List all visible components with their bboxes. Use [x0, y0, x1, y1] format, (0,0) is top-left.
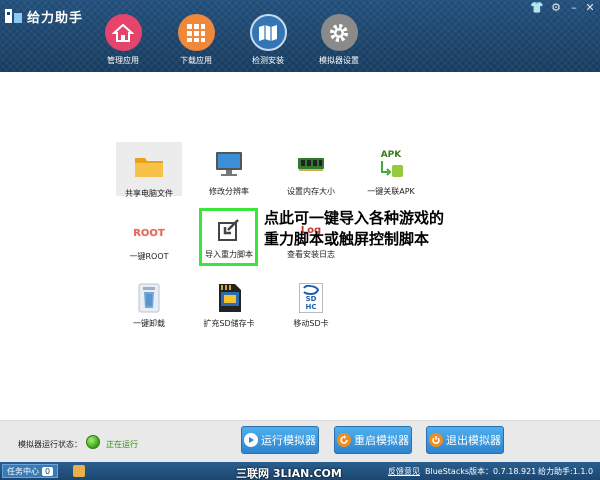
app-version: 给力助手:1.1.0 [538, 467, 594, 476]
root-icon-text: ROOT [133, 227, 165, 239]
tile-one-key-uninstall[interactable]: 一键卸载 [116, 280, 182, 329]
callout-annotation: 点此可一键导入各种游戏的 重力脚本或触屏控制脚本 [264, 208, 444, 250]
tile-change-resolution[interactable]: 修改分辨率 [196, 146, 262, 197]
nav-download-apps[interactable]: 下载应用 [161, 14, 231, 68]
tile-label: 设置内存大小 [287, 187, 335, 196]
nav-label: 管理应用 [107, 56, 139, 65]
nav-label: 模拟器设置 [319, 56, 359, 65]
run-emulator-label: 运行模拟器 [261, 434, 316, 447]
sdhc-icon: SD HC [293, 280, 329, 316]
grid-icon [177, 14, 215, 51]
nav-check-install[interactable]: 检测安装 [233, 14, 303, 68]
folder-icon [131, 148, 167, 184]
minimize-button[interactable]: – [566, 1, 582, 15]
tile-move-sd-card[interactable]: SD HC 移动SD卡 [278, 280, 344, 329]
app-title: 给力助手 [27, 11, 84, 26]
task-count-badge: 0 [42, 466, 54, 476]
skin-icon[interactable]: 👕 [529, 1, 545, 15]
restart-emulator-label: 重启模拟器 [354, 434, 409, 447]
tile-label: 一键关联APK [367, 187, 415, 196]
running-status-icon [86, 435, 100, 449]
restart-emulator-button[interactable]: 重启模拟器 [334, 426, 412, 454]
tile-label: 一键ROOT [129, 252, 169, 261]
settings-gear-icon[interactable]: ⚙ [548, 1, 564, 15]
tile-label: 修改分辨率 [209, 187, 249, 196]
feedback-link[interactable]: 反馈意见 [388, 466, 420, 477]
home-icon [104, 14, 142, 51]
exit-emulator-button[interactable]: 退出模拟器 [426, 426, 504, 454]
memory-icon [293, 146, 329, 182]
run-emulator-button[interactable]: 运行模拟器 [241, 426, 319, 454]
download-tray-icon[interactable] [73, 465, 85, 477]
tile-set-memory[interactable]: 设置内存大小 [278, 146, 344, 197]
status-label: 模拟器运行状态： [18, 440, 82, 449]
title-bar: 给力助手 👕 ⚙ – ✕ 管理应用 下载应用 检测安装 模拟器设置 [0, 0, 600, 72]
bluestacks-version: BlueStacks版本：0.7.18.921 [425, 467, 537, 476]
tile-label: 移动SD卡 [293, 319, 329, 328]
nav-emulator-settings[interactable]: 模拟器设置 [304, 14, 374, 68]
nav-manage-apps[interactable]: 管理应用 [88, 14, 158, 68]
monitor-icon [211, 146, 247, 182]
highlight-frame [199, 208, 258, 266]
sdhc-icon-text: SD HC [305, 295, 317, 311]
power-icon [429, 433, 443, 447]
watermark: 三联网 3LIAN.COM [236, 467, 342, 480]
restart-icon [337, 433, 351, 447]
callout-line-2: 重力脚本或触屏控制脚本 [264, 230, 430, 248]
sd-card-icon [211, 280, 247, 316]
tile-associate-apk[interactable]: APK 一键关联APK [358, 146, 424, 197]
root-icon: ROOT [131, 215, 167, 251]
app-logo-icon [5, 9, 22, 23]
apk-icon-text: APK [380, 150, 402, 160]
nav-label: 检测安装 [252, 56, 284, 65]
exit-emulator-label: 退出模拟器 [446, 434, 501, 447]
tile-label: 扩充SD储存卡 [203, 319, 255, 328]
gear-icon [320, 14, 358, 51]
task-center-button[interactable]: 任务中心 0 [2, 464, 59, 478]
task-center-label: 任务中心 [7, 466, 39, 476]
apk-icon: APK [373, 146, 409, 182]
trash-icon [131, 280, 167, 316]
callout-line-1: 点此可一键导入各种游戏的 [264, 209, 445, 227]
tile-label: 查看安装日志 [287, 250, 335, 259]
tile-one-key-root[interactable]: ROOT 一键ROOT [116, 215, 182, 262]
bottom-taskbar: 任务中心 0 三联网 3LIAN.COM 反馈意见 BlueStacks版本：0… [0, 462, 600, 480]
map-icon [249, 14, 287, 51]
tile-label: 一键卸载 [133, 319, 165, 328]
status-value: 正在运行 [106, 440, 138, 449]
nav-label: 下载应用 [180, 56, 212, 65]
tile-label: 共享电脑文件 [125, 189, 173, 198]
close-button[interactable]: ✕ [582, 1, 598, 15]
tile-share-pc-files[interactable]: 共享电脑文件 [116, 142, 182, 198]
play-icon [244, 433, 258, 447]
tile-expand-sd-card[interactable]: 扩充SD储存卡 [196, 280, 262, 329]
